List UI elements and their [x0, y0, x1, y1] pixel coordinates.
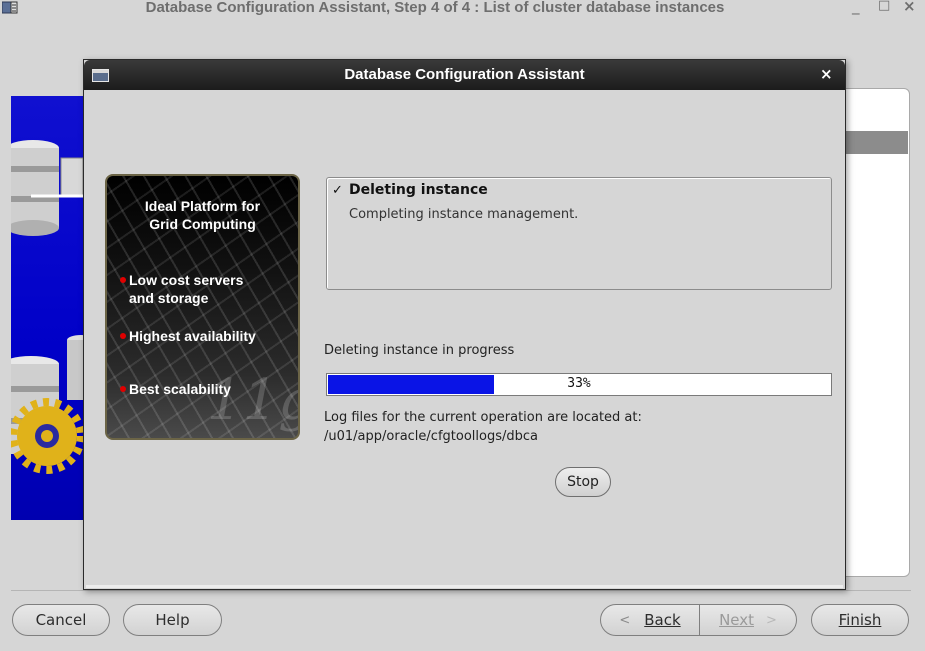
- cancel-button[interactable]: Cancel: [12, 604, 110, 636]
- help-button[interactable]: Help: [123, 604, 222, 636]
- dialog-titlebar: Database Configuration Assistant ×: [84, 60, 845, 90]
- promo-panel: Ideal Platform for Grid Computing Low co…: [105, 174, 300, 440]
- status-heading: Deleting instance: [349, 182, 488, 198]
- next-button[interactable]: Next >: [699, 604, 797, 636]
- dialog-bottom-edge: [86, 585, 843, 588]
- database-illustration-icon: [3, 140, 95, 474]
- chevron-right-icon: >: [766, 612, 777, 628]
- chevron-left-icon: <: [619, 612, 631, 628]
- progress-label: Deleting instance in progress: [324, 343, 515, 358]
- promo-bullet: Low cost servers and storage: [119, 272, 244, 306]
- status-panel: ✓ Deleting instance Completing instance …: [326, 177, 832, 290]
- promo-watermark: 11g: [207, 368, 298, 433]
- log-path: /u01/app/oracle/cfgtoollogs/dbca: [324, 429, 538, 444]
- log-location-text: Log files for the current operation are …: [324, 410, 642, 425]
- cancel-button-label: Cancel: [35, 611, 87, 629]
- checkmark-icon: ✓: [332, 183, 343, 198]
- dialog-close-icon[interactable]: ×: [820, 65, 833, 83]
- next-button-label: Next: [719, 611, 755, 629]
- stop-button-label: Stop: [567, 474, 599, 490]
- minimize-icon[interactable]: _: [852, 0, 860, 15]
- help-button-label: Help: [155, 611, 190, 629]
- window-titlebar: Database Configuration Assistant, Step 4…: [0, 0, 925, 18]
- maximize-icon[interactable]: □: [878, 0, 890, 13]
- finish-button[interactable]: Finish: [811, 604, 909, 636]
- dialog-body: Ideal Platform for Grid Computing Low co…: [86, 90, 843, 587]
- selected-instance-row[interactable]: [844, 131, 908, 154]
- stop-button[interactable]: Stop: [555, 467, 611, 497]
- promo-headline: Ideal Platform for Grid Computing: [144, 198, 261, 232]
- progress-percent: 33%: [567, 376, 591, 391]
- close-icon[interactable]: ×: [903, 0, 916, 15]
- progress-dialog: Database Configuration Assistant × Ideal…: [83, 59, 846, 590]
- window-title: Database Configuration Assistant, Step 4…: [145, 0, 725, 16]
- finish-button-label: Finish: [838, 611, 882, 629]
- footer-separator: [11, 590, 911, 591]
- back-button-label: Back: [644, 611, 681, 629]
- progress-bar: 33%: [326, 373, 832, 396]
- wizard-illustration: [3, 96, 95, 520]
- status-detail: Completing instance management.: [349, 207, 579, 222]
- back-button[interactable]: < Back: [600, 604, 700, 636]
- promo-bullet: Highest availability: [120, 328, 256, 344]
- dialog-title: Database Configuration Assistant: [344, 66, 585, 83]
